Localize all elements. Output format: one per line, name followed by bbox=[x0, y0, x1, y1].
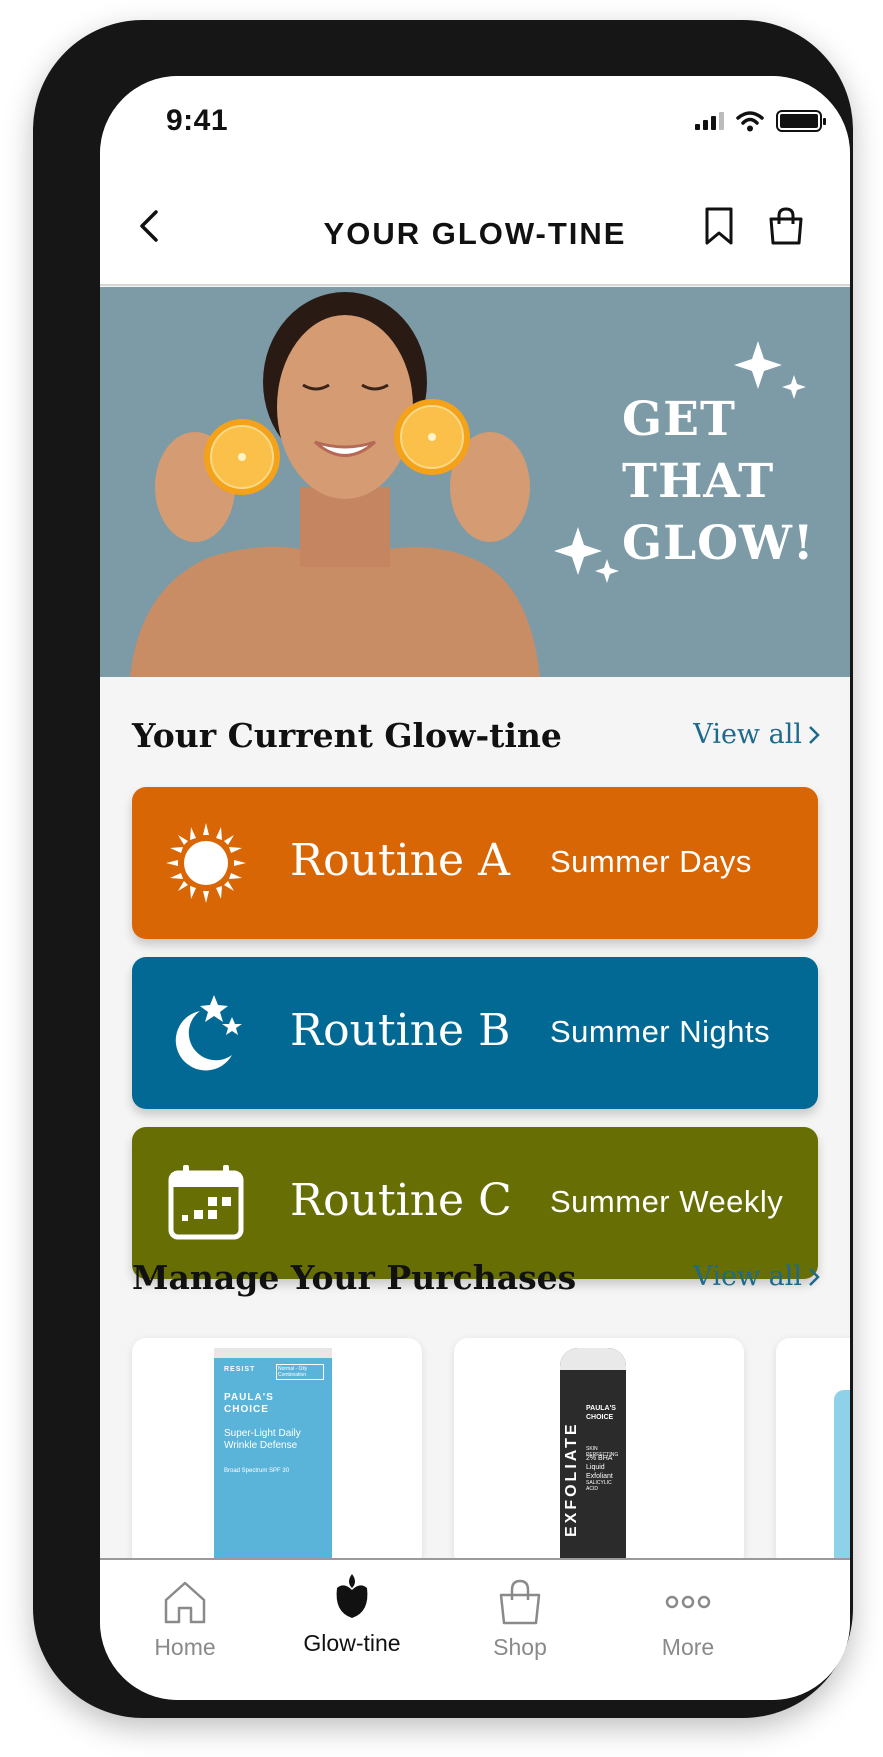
status-icons bbox=[695, 110, 826, 132]
moon-stars-icon bbox=[175, 995, 242, 1071]
tab-glow-tine[interactable]: Glow-tine bbox=[277, 1574, 427, 1657]
purchases-title: Manage Your Purchases bbox=[132, 1258, 577, 1297]
chevron-right-icon bbox=[809, 725, 820, 744]
bottom-tab-bar: Home Glow-tine Shop More bbox=[100, 1558, 850, 1700]
hero-headline: GET THAT GLOW! bbox=[622, 389, 815, 575]
routine-b-name: Routine B bbox=[290, 1005, 511, 1056]
sun-icon bbox=[166, 823, 246, 903]
routine-card-c[interactable]: Routine C Summer Weekly bbox=[132, 1127, 818, 1279]
battery-icon bbox=[776, 110, 826, 132]
glow-tine-icon bbox=[336, 1574, 368, 1618]
current-glowtine-title: Your Current Glow-tine bbox=[132, 716, 562, 755]
tab-more-label: More bbox=[661, 1634, 715, 1660]
shop-bag-icon bbox=[499, 1579, 541, 1625]
nav-header: YOUR GLOW-TINE bbox=[100, 166, 850, 286]
product-tube-image: RESIST Normal - Oily Combination PAULA'S… bbox=[214, 1348, 332, 1568]
routine-c-name: Routine C bbox=[290, 1175, 512, 1226]
status-bar: 9:41 bbox=[100, 76, 850, 166]
routine-b-subtitle: Summer Nights bbox=[550, 1014, 771, 1049]
hero-line-2: THAT bbox=[622, 454, 775, 509]
hero-line-1: GET bbox=[622, 392, 736, 447]
tab-glow-tine-label: Glow-tine bbox=[303, 1630, 401, 1656]
shopping-bag-icon[interactable] bbox=[768, 206, 804, 246]
tab-more[interactable]: More bbox=[613, 1578, 763, 1661]
product-1-name: Super-Light Daily Wrinkle Defense bbox=[224, 1428, 301, 1451]
product-2-vertical: EXFOLIATE bbox=[563, 1421, 580, 1537]
phone-frame: 9:41 YOUR GLOW-TINE GET THAT GLOW! Your … bbox=[33, 20, 853, 1718]
product-card[interactable]: PAULA'S CHOICE EXFOLIATE SKIN PERFECTING… bbox=[454, 1338, 744, 1568]
routine-card-a[interactable]: Routine A Summer Days bbox=[132, 787, 818, 939]
product-image bbox=[834, 1390, 850, 1568]
status-time: 9:41 bbox=[166, 104, 229, 137]
product-card[interactable]: RESIST Normal - Oily Combination PAULA'S… bbox=[132, 1338, 422, 1568]
routine-c-subtitle: Summer Weekly bbox=[550, 1184, 784, 1219]
product-2-name: 2% BHA Liquid Exfoliant bbox=[586, 1455, 613, 1480]
page-title: YOUR GLOW-TINE bbox=[323, 216, 627, 251]
product-1-tag: Normal - Oily Combination bbox=[276, 1364, 324, 1380]
product-bottle-image: PAULA'S CHOICE EXFOLIATE SKIN PERFECTING… bbox=[560, 1348, 626, 1568]
chevron-right-icon bbox=[809, 1267, 820, 1286]
product-card[interactable] bbox=[776, 1338, 850, 1568]
tab-home[interactable]: Home bbox=[110, 1578, 260, 1661]
hero-line-3: GLOW! bbox=[622, 516, 815, 571]
product-1-brand: PAULA'S CHOICE bbox=[224, 1392, 274, 1415]
tab-shop[interactable]: Shop bbox=[445, 1578, 595, 1661]
bookmark-icon[interactable] bbox=[704, 206, 734, 246]
current-view-all-label: View all bbox=[693, 719, 802, 750]
current-view-all-link[interactable]: View all bbox=[693, 719, 820, 750]
routine-a-name: Routine A bbox=[290, 835, 510, 886]
product-2-brand: PAULA'S CHOICE bbox=[586, 1405, 616, 1421]
purchases-view-all-label: View all bbox=[693, 1261, 802, 1292]
home-icon bbox=[164, 1581, 206, 1624]
tab-shop-label: Shop bbox=[493, 1634, 547, 1660]
cellular-signal-icon bbox=[695, 112, 724, 130]
purchases-view-all-link[interactable]: View all bbox=[693, 1261, 820, 1292]
more-icon bbox=[665, 1595, 711, 1609]
routine-card-b[interactable]: Routine B Summer Nights bbox=[132, 957, 818, 1109]
tab-home-label: Home bbox=[154, 1634, 216, 1660]
product-1-line: RESIST bbox=[224, 1366, 256, 1373]
product-1-detail: Broad Spectrum SPF 30 bbox=[224, 1468, 290, 1474]
app-screen: 9:41 YOUR GLOW-TINE GET THAT GLOW! Your … bbox=[100, 76, 850, 1700]
routine-a-subtitle: Summer Days bbox=[550, 844, 752, 879]
hero-banner[interactable]: GET THAT GLOW! bbox=[100, 287, 850, 677]
product-2-detail: SALICYLIC ACID bbox=[586, 1480, 612, 1492]
wifi-icon bbox=[736, 111, 764, 132]
calendar-icon bbox=[168, 1165, 244, 1240]
